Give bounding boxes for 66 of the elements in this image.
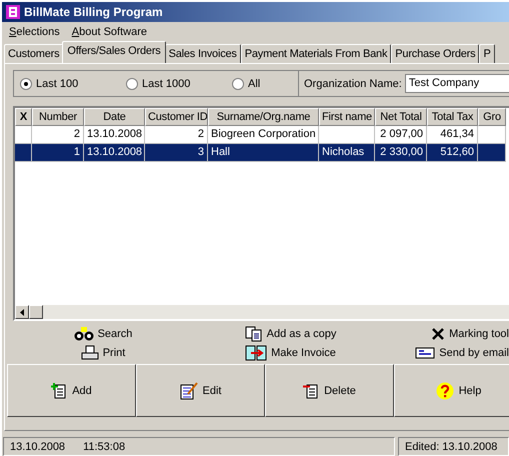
radio-label: All xyxy=(248,78,260,90)
action-link[interactable]: Make Invoice xyxy=(245,345,336,361)
radio-icon[interactable] xyxy=(126,78,138,90)
radio-option[interactable]: Last 100 xyxy=(20,78,126,90)
table-cell: 3 xyxy=(145,144,208,162)
window-title: BillMate Billing Program xyxy=(24,5,163,19)
column-header[interactable]: Number xyxy=(32,108,84,126)
help-icon xyxy=(436,382,454,400)
scroll-left-button[interactable] xyxy=(15,305,29,319)
radio-label: Last 1000 xyxy=(142,78,190,90)
left-arrow-icon xyxy=(20,308,24,316)
action-link[interactable]: Add as a copy xyxy=(244,326,336,342)
radio-option[interactable]: All xyxy=(232,78,292,90)
tab[interactable]: Sales Invoices xyxy=(164,44,241,63)
radio-label: Last 100 xyxy=(36,78,78,90)
organization-field[interactable]: Test Company xyxy=(404,74,509,93)
table-cell: 1 xyxy=(32,144,84,162)
toolbar-button[interactable]: Add xyxy=(7,364,136,417)
radio-icon[interactable] xyxy=(20,78,32,90)
card-icon xyxy=(415,347,436,359)
column-header[interactable]: First name xyxy=(319,108,375,126)
action-link[interactable]: Print xyxy=(80,345,126,361)
column-header[interactable]: X xyxy=(15,108,32,126)
action-link[interactable]: Marking tool xyxy=(431,326,509,342)
printer-icon xyxy=(80,345,99,361)
action-link[interactable]: Send by email xyxy=(415,345,509,361)
radio-option[interactable]: Last 1000 xyxy=(126,78,232,90)
toolbar-button[interactable]: Delete xyxy=(265,364,394,417)
copy-icon xyxy=(244,326,263,342)
edit-icon xyxy=(180,382,198,400)
tab[interactable]: Purchase Orders xyxy=(391,44,480,63)
column-header[interactable]: Gro xyxy=(478,108,506,126)
toolbar-button[interactable]: Edit xyxy=(136,364,265,417)
scroll-thumb[interactable] xyxy=(29,305,43,319)
table-cell: 512,60 xyxy=(427,144,478,162)
app-icon xyxy=(6,5,20,19)
toolbar-button[interactable]: Help xyxy=(394,364,509,417)
column-header[interactable]: Surname/Org.name xyxy=(208,108,319,126)
table-cell xyxy=(15,144,32,162)
column-header[interactable]: Net Total xyxy=(375,108,427,126)
table-cell: 2 330,00 xyxy=(375,144,427,162)
column-header[interactable]: Customer ID xyxy=(145,108,208,126)
status-date: 13.10.2008 xyxy=(10,440,66,452)
tab[interactable]: P xyxy=(479,44,495,63)
table-cell xyxy=(478,144,506,162)
tab[interactable]: Payment Materials From Bank xyxy=(240,44,392,63)
status-time: 11:53:08 xyxy=(83,440,126,452)
binoculars-icon xyxy=(74,326,94,342)
field-label: Organization Name: xyxy=(304,78,402,90)
column-header[interactable]: Total Tax xyxy=(427,108,478,126)
table-cell: Nicholas xyxy=(319,144,375,162)
menu-item[interactable]: Selections xyxy=(9,26,60,38)
table-row[interactable]: 1 13.10.2008 3 Hall Nicholas 2 330,00 512,60 xyxy=(15,144,509,162)
status-edited: Edited: 13.10.2008 xyxy=(405,440,498,452)
column-header[interactable]: Date xyxy=(84,108,145,126)
table-cell: Hall xyxy=(208,144,319,162)
menu-item[interactable]: About Software xyxy=(72,26,147,38)
invoice-icon xyxy=(245,345,268,361)
table-cell: 13.10.2008 xyxy=(84,144,145,162)
action-link[interactable]: Search xyxy=(74,326,132,342)
delete-document-icon xyxy=(303,382,320,398)
radio-icon[interactable] xyxy=(232,78,244,90)
tab[interactable]: Offers/Sales Orders xyxy=(62,41,166,63)
cross-icon xyxy=(431,327,446,341)
add-document-icon xyxy=(51,382,68,398)
horizontal-scrollbar[interactable] xyxy=(15,305,509,319)
